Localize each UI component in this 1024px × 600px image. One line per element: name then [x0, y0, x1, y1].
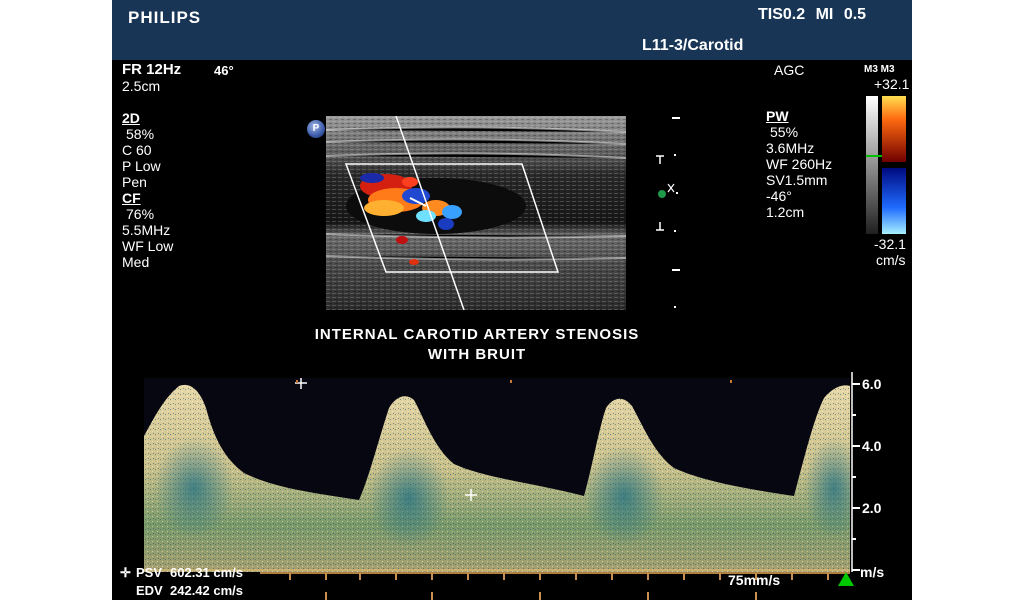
mode-2d-optimization: Pen [122, 174, 147, 190]
velocity-color-bar [866, 96, 906, 234]
spectral-doppler-waveform [144, 378, 850, 572]
frame-rate: FR 12Hz [122, 61, 182, 78]
bmode-color-flow-image [326, 116, 626, 310]
pw-frequency: 3.6MHz [766, 140, 815, 156]
mode-cf-wall-filter: WF Low [122, 238, 174, 254]
mode-2d-persistence: P Low [122, 158, 161, 174]
agc-label: AGC [774, 62, 805, 78]
pw-sample-volume: SV1.5mm [766, 172, 828, 188]
depth-value: 2.5cm [122, 78, 161, 94]
mode-cf-gain: 76% [126, 206, 155, 222]
pw-gate-depth: 1.2cm [766, 204, 805, 220]
mi-value: MI 0.5 [815, 6, 867, 23]
pw-gain: 55% [770, 124, 799, 140]
mode-cf-frequency: 5.5MHz [122, 222, 171, 238]
brand-logo: PHILIPS [128, 8, 202, 27]
thermal-mechanical-index: TIS0.2 MI 0.5 [758, 6, 866, 24]
caption-line-2: WITH BRUIT [427, 346, 527, 363]
edv-label: EDV [136, 583, 163, 598]
caliper-icon: ✛ [120, 565, 131, 580]
scale-label-4: 4.0 [862, 438, 882, 454]
sector-angle: 46° [214, 63, 234, 78]
mode-2d-compression: C 60 [122, 142, 152, 158]
image-caption: INTERNAL CAROTID ARTERY STENOSIS WITH BR… [292, 325, 662, 365]
mode-2d-title: 2D [122, 110, 140, 126]
pw-title: PW [766, 108, 789, 124]
mode-cf-title: CF [122, 190, 141, 206]
probe-preset: L11-3/Carotid [642, 37, 744, 54]
pw-angle-correction: -46° [766, 188, 792, 204]
psv-value: 602.31 cm/s [170, 565, 244, 580]
psv-label: PSV [136, 565, 163, 580]
colorbar-max: +32.1 [874, 76, 910, 92]
scale-label-6: 6.0 [862, 376, 882, 392]
probe-orientation-badge: P [307, 120, 325, 138]
mode-2d-gain: 58% [126, 126, 155, 142]
tis-value: TIS0.2 [758, 6, 806, 23]
pw-wall-filter: WF 260Hz [766, 156, 833, 172]
scale-unit: m/s [860, 564, 885, 580]
trigger-marker-icon [838, 572, 854, 586]
velocity-scale [851, 372, 860, 572]
mode-cf-flow-setting: Med [122, 254, 150, 270]
depth-ruler [656, 117, 680, 308]
measurement-readout: ✛ PSV 602.31 cm/s EDV 242.42 cm/s [120, 564, 243, 600]
caption-line-1: INTERNAL CAROTID ARTERY STENOSIS [314, 326, 640, 343]
colorbar-unit: cm/s [876, 252, 906, 268]
colorbar-min: -32.1 [874, 236, 906, 252]
edv-row: EDV 242.42 cm/s [120, 582, 243, 600]
scale-label-2: 2.0 [862, 500, 882, 516]
psv-row: ✛ PSV 602.31 cm/s [120, 564, 243, 582]
sweep-speed: 75mm/s [728, 572, 781, 588]
ultrasound-screen: PHILIPS TIS0.2 MI 0.5 L11-3/Carotid FR 1… [112, 0, 912, 600]
header-bar: PHILIPS TIS0.2 MI 0.5 L11-3/Carotid [112, 0, 912, 60]
edv-value: 242.42 cm/s [170, 583, 244, 598]
